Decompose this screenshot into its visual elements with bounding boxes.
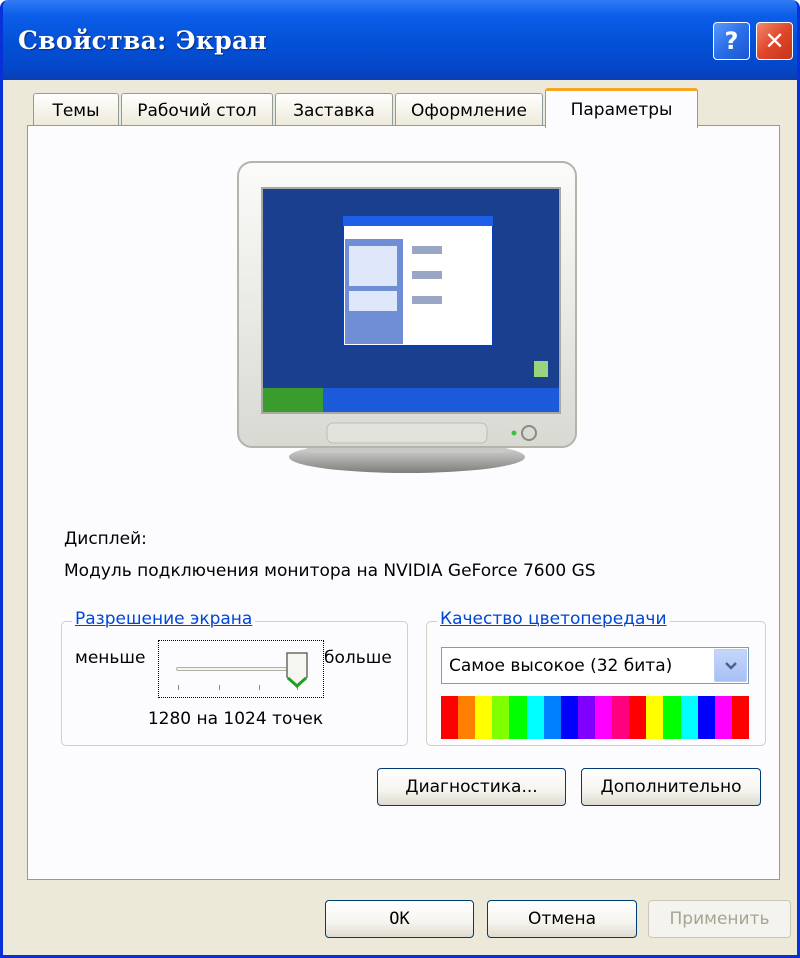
tab-desktop[interactable]: Рабочий стол xyxy=(121,93,273,127)
apply-button[interactable]: Применить xyxy=(648,900,791,938)
help-button[interactable]: ? xyxy=(713,22,750,60)
display-label: Дисплей: xyxy=(64,529,147,549)
settings-panel: Дисплей: Модуль подключения монитора на … xyxy=(27,125,780,880)
slider-tick xyxy=(259,685,260,690)
display-properties-window: Свойства: Экран ? ✕ Темы Рабочий стол За… xyxy=(0,0,800,958)
title-bar[interactable]: Свойства: Экран ? ✕ xyxy=(3,0,797,80)
spectrum-swatch xyxy=(441,696,459,739)
resolution-group-label: Разрешение экрана xyxy=(72,609,256,629)
bigger-label: больше xyxy=(324,648,392,668)
resolution-slider[interactable] xyxy=(158,640,324,698)
cancel-button[interactable]: Отмена xyxy=(487,900,637,938)
slider-track xyxy=(176,667,298,671)
spectrum-swatch xyxy=(509,696,527,739)
resolution-value: 1280 на 1024 точек xyxy=(147,709,324,729)
color-spectrum-bar xyxy=(441,696,749,739)
window-title: Свойства: Экран xyxy=(18,26,268,55)
tab-appearance[interactable]: Оформление xyxy=(395,93,543,127)
spectrum-swatch xyxy=(577,696,595,739)
spectrum-swatch xyxy=(646,696,664,739)
spectrum-swatch xyxy=(492,696,510,739)
slider-thumb-icon[interactable] xyxy=(285,651,309,689)
monitor-preview-icon xyxy=(237,161,577,473)
spectrum-swatch xyxy=(543,696,561,739)
color-quality-select[interactable]: Самое высокое (32 бита) xyxy=(441,647,749,684)
spectrum-swatch xyxy=(526,696,544,739)
spectrum-swatch xyxy=(663,696,681,739)
spectrum-swatch xyxy=(731,696,749,739)
spectrum-swatch xyxy=(475,696,493,739)
advanced-button[interactable]: Дополнительно xyxy=(581,768,761,806)
slider-tick xyxy=(178,685,179,690)
color-quality-group: Качество цветопередачи Самое высокое (32… xyxy=(426,609,766,746)
chevron-down-icon xyxy=(724,661,737,670)
spectrum-swatch xyxy=(612,696,630,739)
tab-screensaver[interactable]: Заставка xyxy=(275,93,393,127)
slider-tick xyxy=(219,685,220,690)
resolution-group: Разрешение экрана меньше больше 1280 на … xyxy=(61,609,408,746)
dropdown-button[interactable] xyxy=(714,649,747,682)
spectrum-swatch xyxy=(714,696,732,739)
spectrum-swatch xyxy=(680,696,698,739)
display-name: Модуль подключения монитора на NVIDIA Ge… xyxy=(64,561,596,581)
spectrum-swatch xyxy=(629,696,647,739)
smaller-label: меньше xyxy=(75,648,146,668)
help-icon: ? xyxy=(724,27,739,55)
tab-settings[interactable]: Параметры xyxy=(545,88,698,128)
color-quality-group-label: Качество цветопередачи xyxy=(437,609,670,629)
color-quality-selected: Самое высокое (32 бита) xyxy=(449,655,673,676)
close-icon: ✕ xyxy=(764,27,785,55)
spectrum-swatch xyxy=(560,696,578,739)
spectrum-swatch xyxy=(697,696,715,739)
ok-button[interactable]: OK xyxy=(325,900,474,938)
spectrum-swatch xyxy=(458,696,476,739)
spectrum-swatch xyxy=(594,696,613,739)
diagnostics-button[interactable]: Диагностика... xyxy=(377,768,566,806)
tab-themes[interactable]: Темы xyxy=(33,93,119,127)
close-button[interactable]: ✕ xyxy=(756,22,793,60)
